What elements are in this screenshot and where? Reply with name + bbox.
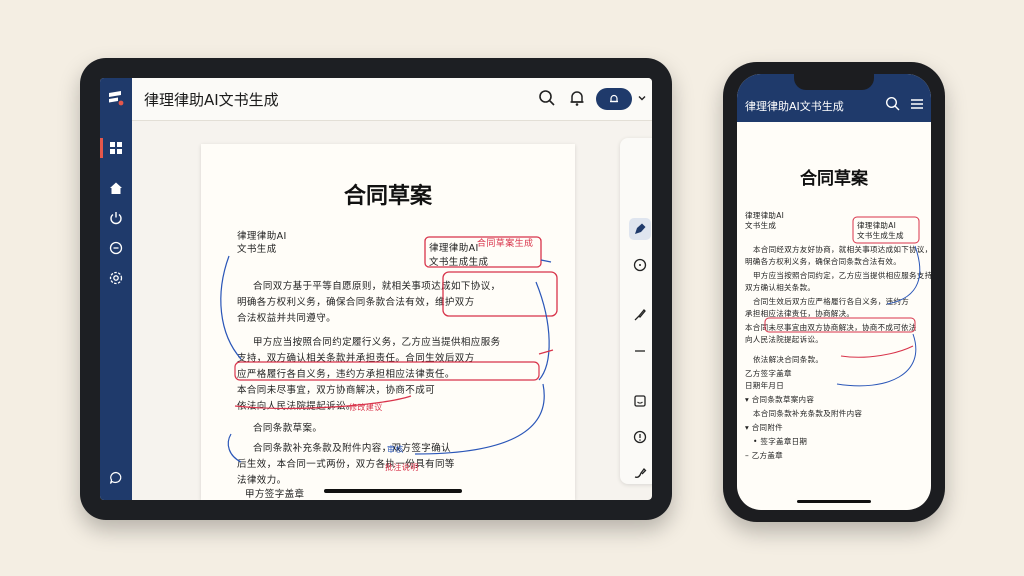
annotation-overlay [220, 236, 558, 463]
home-icon [109, 181, 123, 195]
sidebar-item-power[interactable] [100, 204, 132, 232]
circle-tool-button[interactable] [629, 254, 651, 276]
chat-icon [109, 471, 123, 485]
text-tool-button[interactable] [629, 496, 651, 500]
home-indicator[interactable] [324, 489, 462, 493]
chevron-down-icon[interactable] [636, 92, 648, 104]
sidebar-item-chat[interactable] [100, 464, 132, 492]
power-icon [109, 211, 123, 225]
phone-device: 律理律助AI文书生成 合同草案 律理律助AI 文书生成 律理律助AI 文书生成生… [723, 62, 945, 522]
pen-tool-button[interactable] [629, 218, 651, 240]
search-icon[interactable] [538, 89, 556, 107]
mobile-annotation-overlay [764, 216, 921, 387]
sidebar-item-settings[interactable] [100, 264, 132, 292]
sidebar-item-home[interactable] [100, 174, 132, 202]
mobile-home-indicator[interactable] [797, 500, 871, 503]
document-icon [109, 141, 123, 155]
app-title: 律理律助AI文书生成 [144, 91, 279, 109]
app-logo-icon [106, 88, 126, 108]
highlighter-tool-button[interactable] [629, 462, 651, 484]
alert-tool-button[interactable] [629, 426, 651, 448]
brush-tool-button[interactable] [629, 304, 651, 326]
line-tool-button[interactable] [629, 340, 651, 362]
app-header: 律理律助AI文书生成 [132, 78, 652, 121]
minus-icon [633, 344, 647, 358]
notification-pill-button[interactable] [596, 88, 632, 110]
document-page[interactable]: 合同草案 律理律助AI 文书生成 律理律助AI 文书生成生成 合同草案生成 合同… [201, 144, 575, 500]
settings-icon [109, 271, 123, 285]
clock-icon [109, 241, 123, 255]
bell-icon[interactable] [568, 89, 586, 107]
circle-icon [633, 258, 647, 272]
tablet-device: 律理律助AI文书生成 合同草案 律理律助AI 文书生成 律理律助AI 文书生成生 [80, 58, 672, 520]
note-icon [633, 394, 647, 408]
tablet-screen: 律理律助AI文书生成 合同草案 律理律助AI 文书生成 律理律助AI 文书生成生 [100, 78, 652, 500]
sidebar [100, 78, 132, 500]
pen-icon [633, 222, 647, 236]
note-tool-button[interactable] [629, 390, 651, 412]
highlighter-icon [633, 466, 647, 480]
phone-screen: 律理律助AI文书生成 合同草案 律理律助AI 文书生成 律理律助AI 文书生成生… [737, 74, 931, 510]
sidebar-item-document[interactable] [100, 134, 132, 162]
sidebar-item-clock[interactable] [100, 234, 132, 262]
notification-pill-icon [608, 93, 620, 105]
alert-icon [633, 430, 647, 444]
annotation-toolbar [620, 138, 652, 484]
brush-icon [633, 308, 647, 322]
